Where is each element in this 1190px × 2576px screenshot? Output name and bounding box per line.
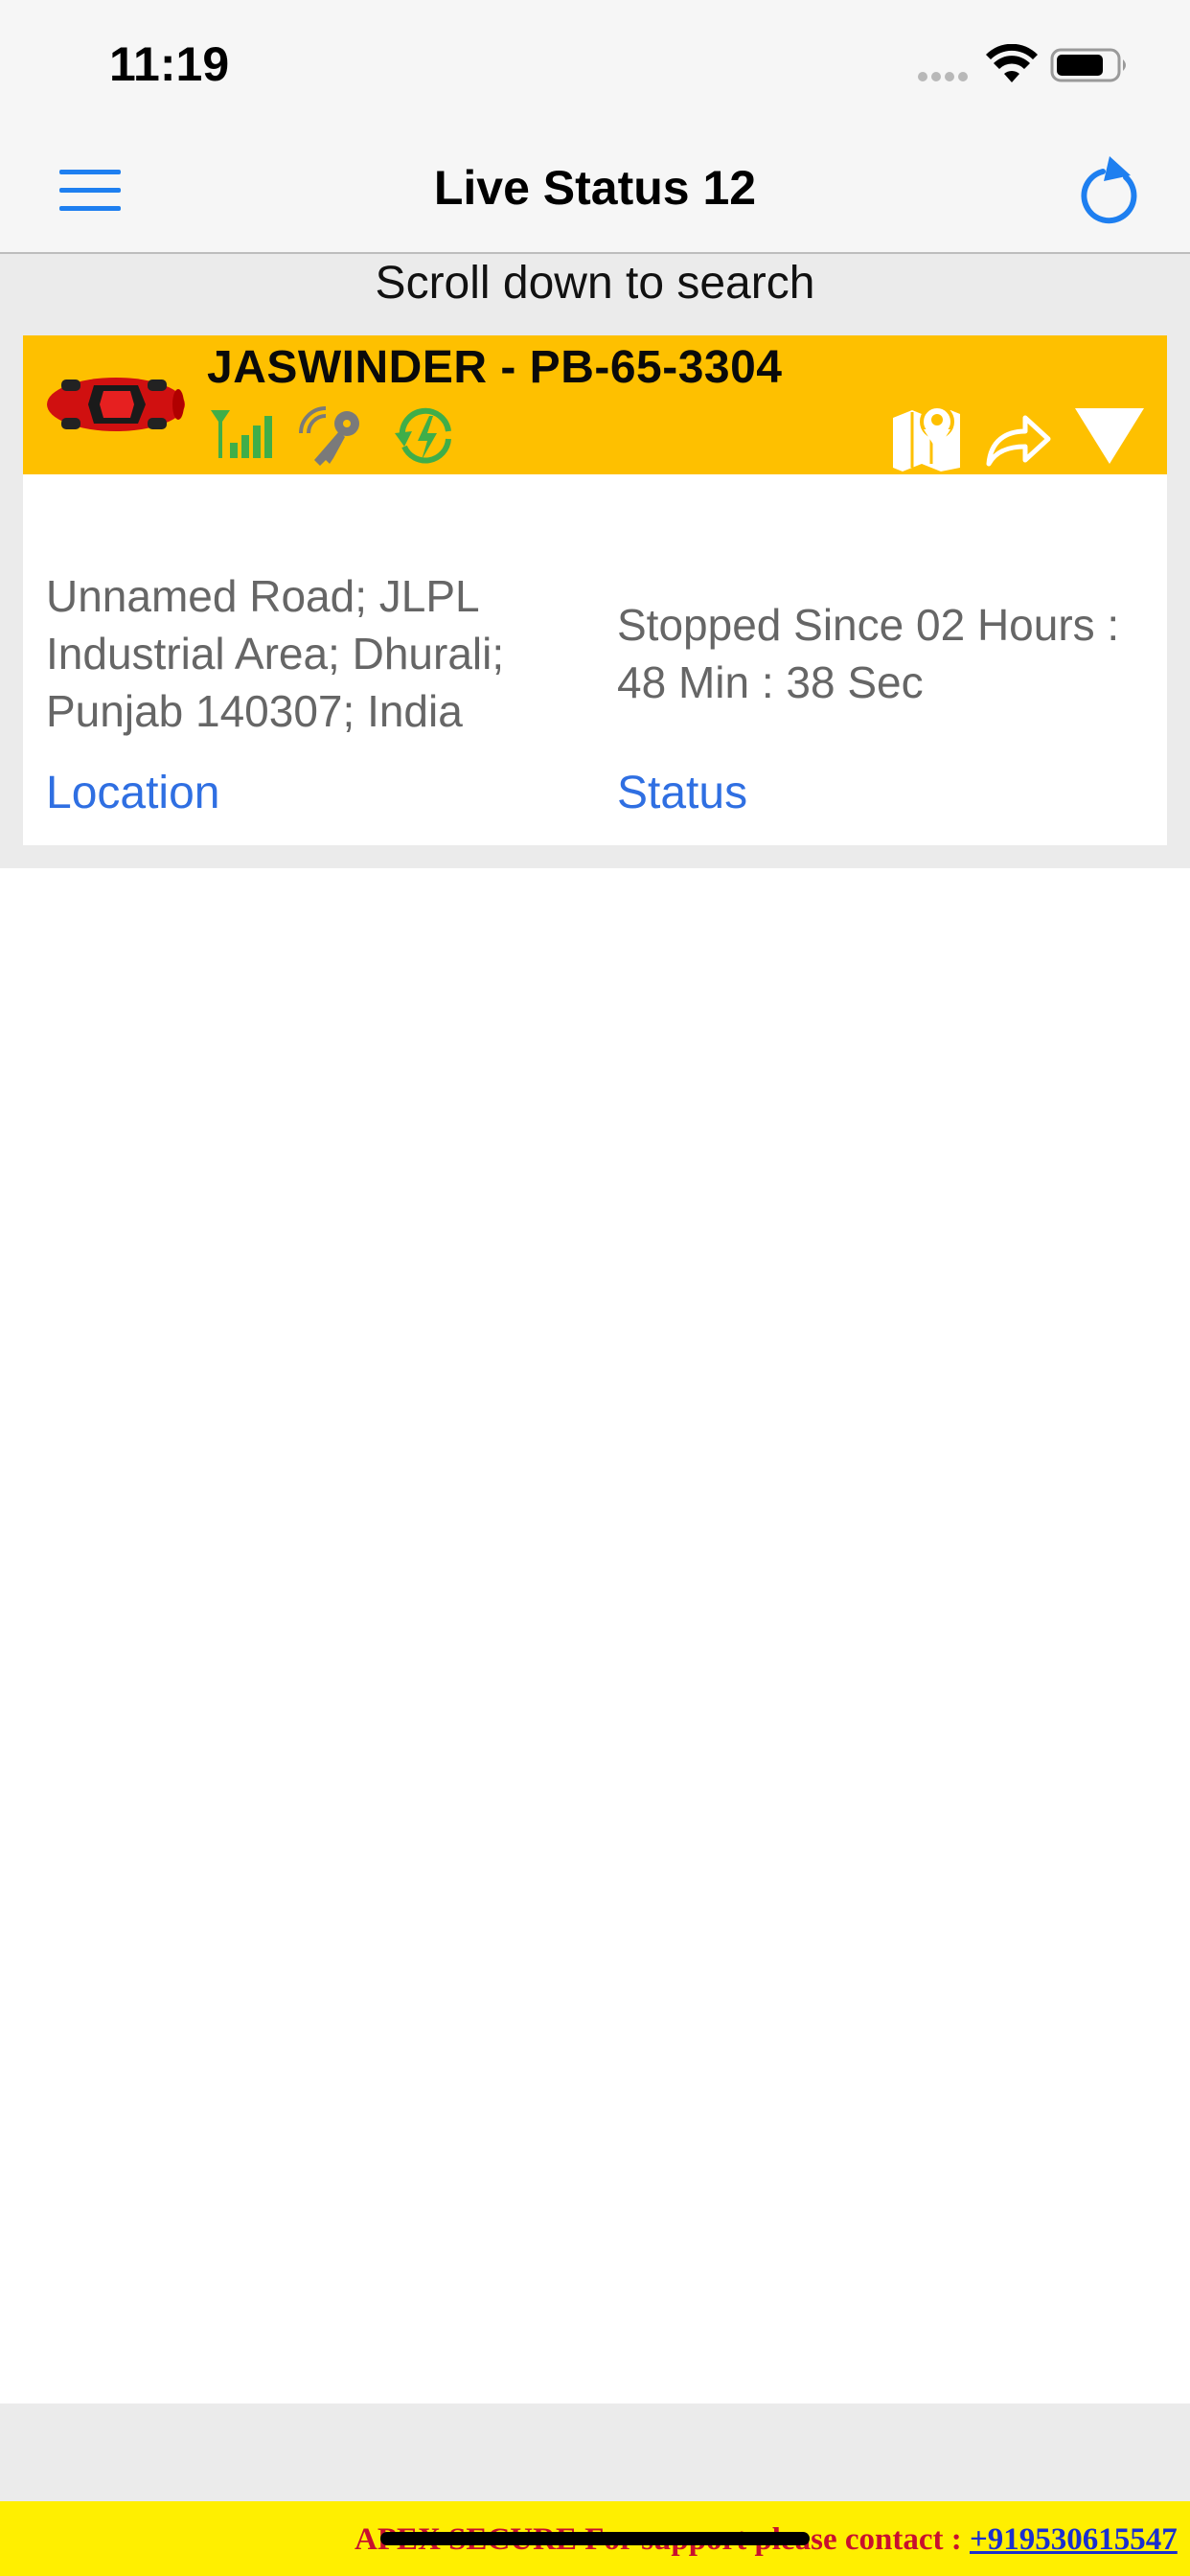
- navigation-bar: Live Status 12: [0, 129, 1190, 254]
- gps-signal-icon: [211, 410, 272, 458]
- location-address: Unnamed Road; JLPL Industrial Area; Dhur…: [46, 571, 505, 736]
- page-title: Live Status 12: [433, 161, 757, 215]
- battery-icon: [1050, 48, 1126, 82]
- map-icon[interactable]: [889, 401, 964, 473]
- vehicle-card-header[interactable]: JASWINDER - PB-65-3304: [23, 335, 1167, 474]
- red-car-icon: [47, 378, 185, 431]
- vehicle-name: JASWINDER - PB-65-3304: [207, 342, 783, 393]
- vehicle-card[interactable]: JASWINDER - PB-65-3304 Unnamed Road; JLP…: [23, 335, 1167, 845]
- power-icon: [395, 407, 451, 464]
- status-link[interactable]: Status: [617, 767, 747, 819]
- share-icon[interactable]: [983, 410, 1052, 468]
- search-area[interactable]: Scroll down to search: [0, 254, 1190, 335]
- home-indicator[interactable]: [380, 2532, 810, 2545]
- status-bar: 11:19: [0, 0, 1190, 129]
- collapse-triangle-icon[interactable]: [1073, 406, 1146, 466]
- cellular-signal-icon: [918, 69, 973, 81]
- ignition-key-icon: [299, 406, 359, 466]
- location-link[interactable]: Location: [46, 767, 219, 819]
- support-phone-link[interactable]: +919530615547: [970, 2522, 1178, 2557]
- bottom-spacer: [0, 2404, 1190, 2501]
- search-hint: Scroll down to search: [375, 258, 815, 309]
- vehicle-status: Stopped Since 02 Hours : 48 Min : 38 Sec: [617, 600, 1120, 707]
- wifi-icon: [986, 44, 1038, 82]
- refresh-icon[interactable]: [1071, 150, 1146, 229]
- status-time: 11:19: [109, 37, 230, 91]
